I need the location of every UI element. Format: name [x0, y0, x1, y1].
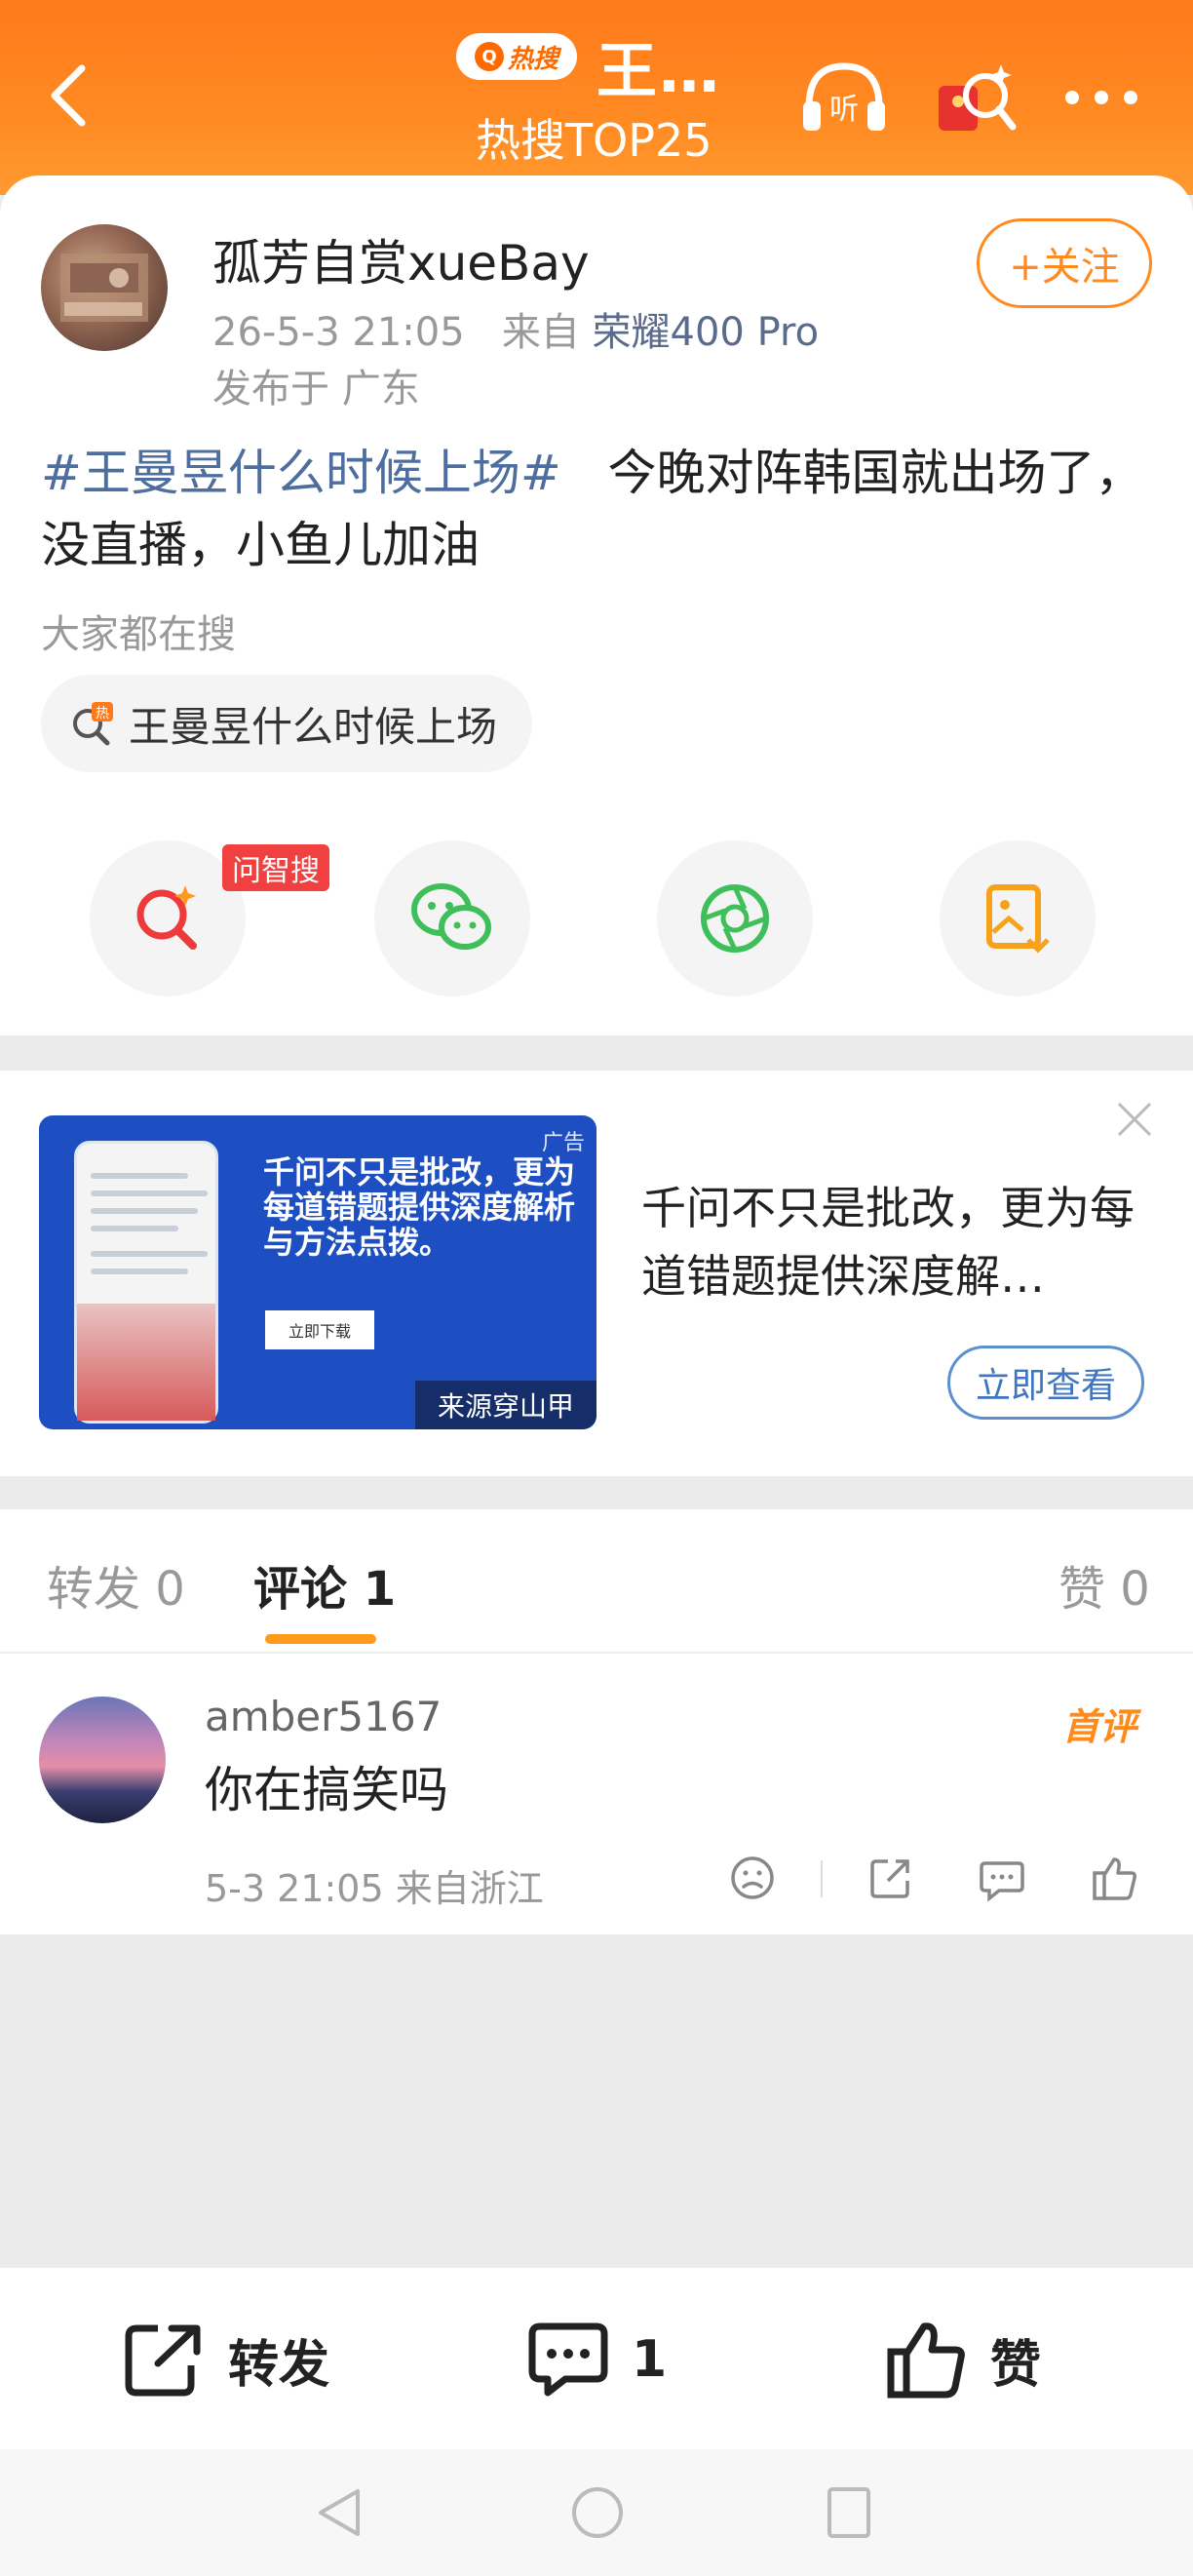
hot-search-icon: 热	[73, 702, 113, 746]
circle-home-icon	[572, 2487, 623, 2538]
ad-source: 来源穿山甲	[415, 1381, 596, 1429]
post-card: 孤芳自赏xueBay 26-5-3 21:05 来自 荣耀400 Pro 发布于…	[0, 176, 1193, 1035]
search-suggestion-chip[interactable]: 热 王曼昱什么时候上场	[41, 675, 533, 772]
page-title: 王…	[596, 35, 722, 106]
back-button[interactable]	[39, 57, 97, 135]
comment-text: 你在搞笑吗	[205, 1762, 448, 1818]
image-download-icon	[986, 884, 1050, 954]
post-body: #王曼昱什么时候上场# 今晚对阵韩国就出场了，没直播，小鱼儿加油	[41, 437, 1162, 581]
hot-search-badge-label: 热搜	[507, 44, 558, 74]
sad-face-icon	[731, 1856, 774, 1899]
commenter-name[interactable]: amber5167	[205, 1693, 442, 1740]
post-location: 发布于 广东	[212, 367, 420, 411]
red-packet-search-button[interactable]	[926, 59, 1023, 137]
nav-recents-button[interactable]	[815, 2478, 883, 2547]
thumbs-up-icon	[1093, 1857, 1136, 1900]
tab-likes[interactable]: 赞 0	[1058, 1550, 1150, 1619]
chevron-left-icon	[51, 64, 86, 127]
wechat-icon	[411, 883, 491, 950]
comment-icon	[980, 1861, 1024, 1902]
ad-download-button[interactable]: 立即下载	[265, 1310, 374, 1349]
post-tabs: 转发 0 评论 1 赞 0	[0, 1509, 1193, 1654]
more-button[interactable]	[1053, 59, 1150, 137]
comment-item: amber5167 你在搞笑吗 5-3 21:05 来自浙江 首评	[0, 1654, 1193, 1934]
comment-icon	[528, 2322, 608, 2397]
post-from-label: 来自	[501, 310, 580, 355]
post-device[interactable]: 荣耀400 Pro	[593, 310, 820, 355]
post-meta: 26-5-3 21:05 来自 荣耀400 Pro	[212, 300, 819, 357]
active-tab-indicator	[265, 1634, 376, 1644]
moments-icon	[701, 884, 769, 953]
author-name[interactable]: 孤芳自赏xueBay	[212, 224, 590, 294]
tab-repost[interactable]: 转发 0	[47, 1550, 185, 1619]
comment-dislike-button[interactable]	[723, 1849, 782, 1907]
tab-comments[interactable]: 评论 1	[253, 1550, 396, 1619]
ad-text[interactable]: 千问不只是批改，更为每道错题提供深度解…	[641, 1174, 1148, 1310]
ad-image-headline: 千问不只是批改，更为每道错题提供深度解析与方法点拨。	[263, 1153, 576, 1261]
more-dots-icon	[1065, 91, 1137, 104]
search-suggestion-text: 王曼昱什么时候上场	[129, 702, 498, 751]
triangle-back-icon	[319, 2489, 360, 2536]
ad-phone-mockup	[74, 1141, 218, 1424]
comment-like-button[interactable]	[1086, 1849, 1144, 1907]
page-subtitle: 热搜TOP25	[476, 114, 712, 167]
commenter-avatar[interactable]	[39, 1697, 166, 1823]
ad-image[interactable]: 千问不只是批改，更为每道错题提供深度解析与方法点拨。 立即下载 广告 来源穿山甲	[39, 1115, 596, 1429]
ad-view-button[interactable]: 立即查看	[947, 1346, 1144, 1420]
follow-button[interactable]: +关注	[977, 218, 1152, 308]
search-hint-title: 大家都在搜	[41, 612, 236, 657]
ad-close-button[interactable]	[1113, 1098, 1156, 1141]
avatar-image	[60, 254, 148, 322]
ad-card[interactable]: 千问不只是批改，更为每道错题提供深度解析与方法点拨。 立即下载 广告 来源穿山甲…	[0, 1071, 1193, 1476]
share-wechat-button[interactable]	[374, 840, 530, 996]
svg-text:热: 热	[96, 706, 109, 722]
comment-meta: 5-3 21:05 来自浙江	[205, 1867, 544, 1910]
post-time: 26-5-3 21:05	[212, 310, 465, 355]
listen-button[interactable]: 听	[795, 59, 893, 137]
comment-count: 1	[632, 2330, 668, 2389]
hashtag-link[interactable]: #王曼昱什么时候上场#	[41, 445, 561, 501]
close-icon	[1117, 1102, 1152, 1137]
comment-share-button[interactable]	[862, 1849, 920, 1907]
search-icon: Q	[474, 42, 504, 71]
comment-button[interactable]: 1	[526, 2319, 667, 2400]
headphones-icon: 听	[803, 62, 885, 131]
repost-label: 转发	[228, 2335, 330, 2395]
ai-search-icon	[136, 885, 197, 950]
repost-button[interactable]: 转发	[123, 2319, 329, 2400]
save-image-button[interactable]	[940, 840, 1096, 996]
comment-reply-button[interactable]	[973, 1849, 1031, 1907]
system-nav-bar	[0, 2449, 1193, 2576]
author-avatar[interactable]	[41, 224, 168, 351]
ad-tag: 广告	[541, 1131, 585, 1155]
comment-action-divider	[821, 1860, 823, 1897]
red-packet-icon	[939, 64, 1017, 131]
square-recents-icon	[827, 2487, 870, 2538]
nav-home-button[interactable]	[563, 2478, 632, 2547]
top-header: Q 热搜 王… 热搜TOP25 听	[0, 0, 1193, 195]
share-moments-button[interactable]	[657, 840, 813, 996]
svg-text:听: 听	[829, 93, 859, 127]
share-icon	[125, 2324, 201, 2397]
share-icon	[870, 1859, 909, 1898]
bottom-action-bar: 转发 1 赞	[0, 2268, 1193, 2449]
like-button[interactable]: 赞	[885, 2319, 1041, 2400]
thumbs-up-icon	[887, 2322, 965, 2399]
first-comment-badge: 首评	[1062, 1705, 1137, 1748]
nav-back-button[interactable]	[306, 2478, 374, 2547]
hot-search-badge[interactable]: Q 热搜	[456, 33, 577, 80]
like-label: 赞	[990, 2335, 1042, 2395]
ai-search-badge: 问智搜	[222, 844, 329, 891]
